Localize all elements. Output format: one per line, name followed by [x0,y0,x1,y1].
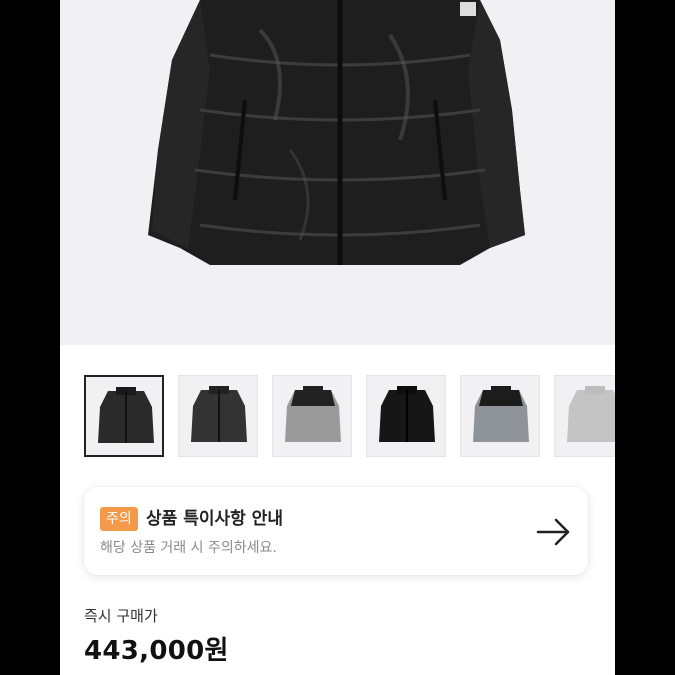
jacket-thumbnail-icon [191,386,247,442]
notice-subtitle: 해당 상품 거래 시 주의하세요. [100,540,277,556]
instant-buy-label: 즉시 구매가 [84,607,158,625]
thumbnail-5[interactable] [460,375,540,457]
product-main-image[interactable] [60,0,615,345]
jacket-thumbnail-icon [473,386,529,442]
thumbnail-2[interactable] [178,375,258,457]
product-screen: 주의 상품 특이사항 안내 해당 상품 거래 시 주의하세요. 즉시 구매가 4… [60,0,615,675]
thumbnail-1[interactable] [84,375,164,457]
thumbnail-strip [84,375,615,459]
arrow-right-icon[interactable] [536,514,572,550]
jacket-image [148,0,525,265]
jacket-thumbnail-icon [379,386,435,442]
caution-badge: 주의 [100,507,138,531]
jacket-thumbnail-icon [567,386,615,442]
thumbnail-4[interactable] [366,375,446,457]
instant-buy-price: 443,000원 [84,636,229,666]
thumbnail-6[interactable] [554,375,615,457]
jacket-thumbnail-icon [98,387,154,443]
thumbnail-3[interactable] [272,375,352,457]
notice-title: 상품 특이사항 안내 [146,509,283,529]
product-notice-card[interactable]: 주의 상품 특이사항 안내 해당 상품 거래 시 주의하세요. [84,487,588,575]
jacket-thumbnail-icon [285,386,341,442]
